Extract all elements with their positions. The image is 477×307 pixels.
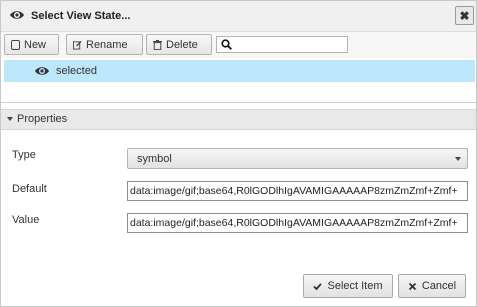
select-view-state-dialog: Select View State... ✖ New Rename Delete… xyxy=(0,0,477,307)
type-label: Type xyxy=(12,149,36,161)
chevron-down-icon xyxy=(455,157,461,161)
delete-button-label: Delete xyxy=(166,38,198,51)
dialog-titlebar: Select View State... ✖ xyxy=(1,1,476,32)
rename-button-label: Rename xyxy=(86,38,128,51)
eye-icon xyxy=(35,67,49,75)
type-select-value: symbol xyxy=(137,153,172,165)
search-icon xyxy=(221,39,232,50)
check-icon xyxy=(313,282,323,290)
eye-icon xyxy=(10,11,24,19)
properties-header[interactable]: Properties xyxy=(1,109,476,130)
panel-divider[interactable] xyxy=(1,102,476,103)
select-item-button[interactable]: Select Item xyxy=(303,274,393,298)
toolbar: New Rename Delete xyxy=(1,32,476,58)
list-item-label: selected xyxy=(56,65,97,77)
type-select[interactable]: symbol xyxy=(127,148,468,169)
list-item[interactable]: selected xyxy=(4,60,475,82)
new-button-label: New xyxy=(24,38,47,51)
value-label: Value xyxy=(12,214,40,226)
new-button[interactable]: New xyxy=(4,34,59,55)
pencil-icon xyxy=(73,40,82,49)
default-label: Default xyxy=(12,183,47,195)
search-input[interactable] xyxy=(216,36,348,53)
caret-down-icon xyxy=(7,117,13,121)
view-state-list: selected xyxy=(1,58,476,98)
cancel-button-label: Cancel xyxy=(421,280,457,292)
close-button[interactable]: ✖ xyxy=(455,6,474,25)
dialog-title: Select View State... xyxy=(31,10,131,22)
select-item-label: Select Item xyxy=(327,280,383,292)
new-file-icon xyxy=(11,39,20,50)
delete-button[interactable]: Delete xyxy=(146,34,212,55)
trash-icon xyxy=(153,39,162,50)
cancel-button[interactable]: Cancel xyxy=(398,274,466,298)
close-icon xyxy=(408,282,417,290)
rename-button[interactable]: Rename xyxy=(66,34,143,55)
properties-title: Properties xyxy=(17,113,68,125)
close-icon: ✖ xyxy=(459,8,470,23)
value-field[interactable]: data:image/gif;base64,R0lGODlhIgAVAMIGAA… xyxy=(127,213,468,233)
default-field[interactable]: data:image/gif;base64,R0lGODlhIgAVAMIGAA… xyxy=(127,181,468,201)
